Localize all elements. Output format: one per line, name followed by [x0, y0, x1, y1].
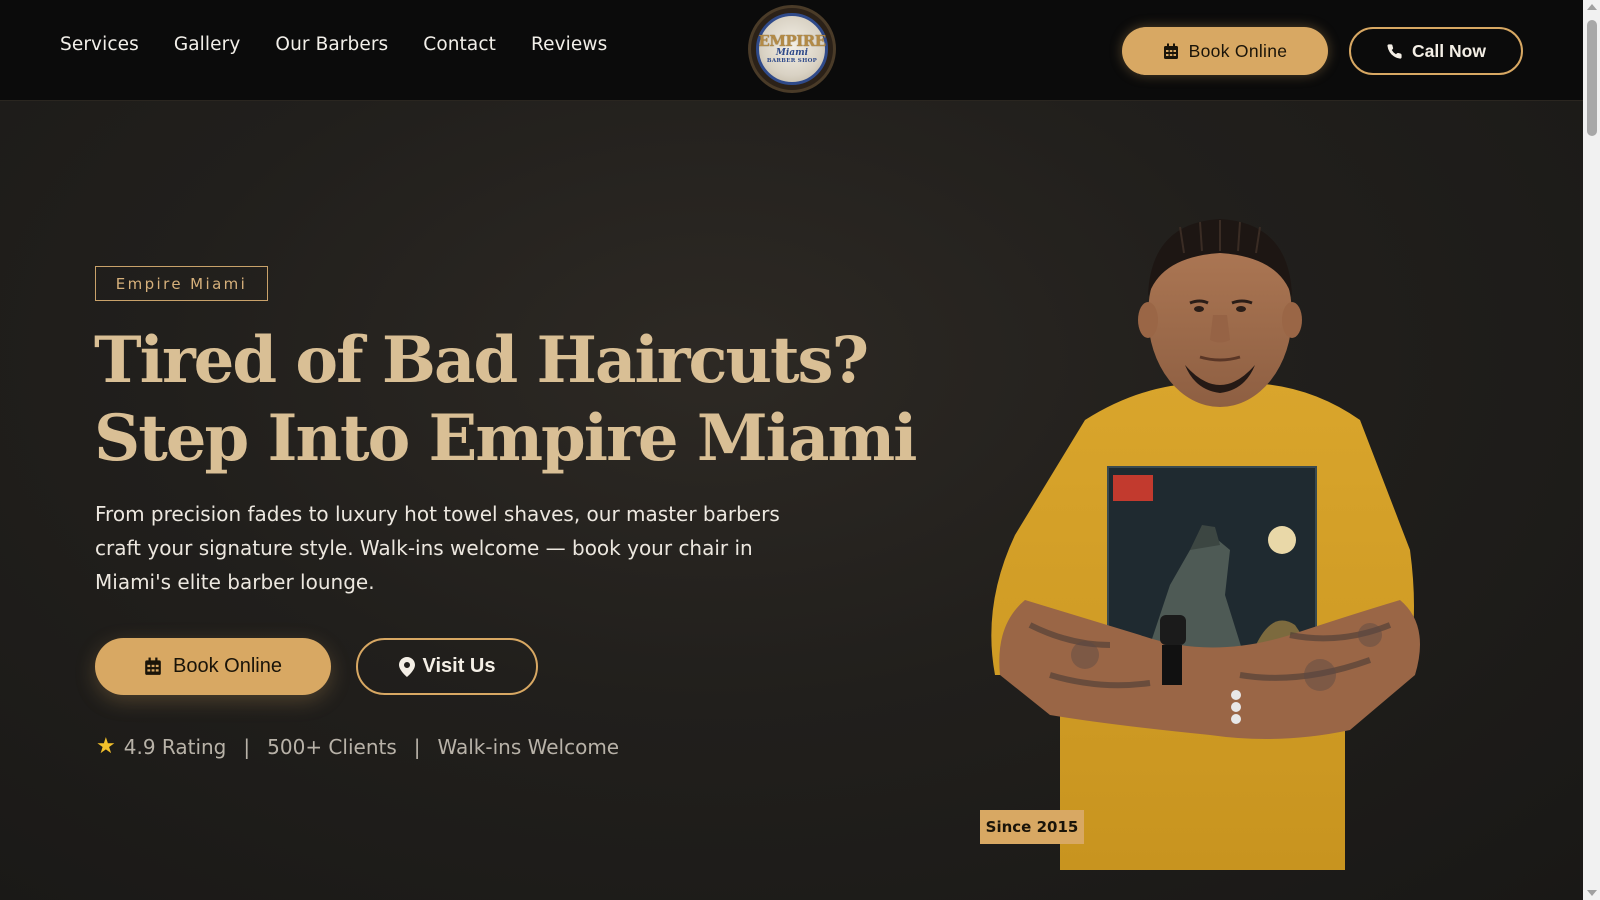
logo-subtitle: BARBER SHOP — [766, 57, 818, 64]
scroll-thumb[interactable] — [1587, 20, 1597, 136]
logo-wordmark: EMPIRE — [758, 31, 826, 50]
scroll-up-arrow-icon[interactable] — [1587, 4, 1597, 10]
stat-divider: | — [413, 734, 421, 759]
nav-call-now-button[interactable]: Call Now — [1349, 27, 1523, 75]
map-pin-icon — [398, 656, 415, 677]
stat-divider: | — [243, 734, 251, 759]
nav-link-gallery[interactable]: Gallery — [174, 34, 241, 55]
nav-links: Services Gallery Our Barbers Contact Rev… — [60, 34, 607, 55]
page-scrollbar[interactable] — [1583, 0, 1600, 900]
hero-visit-us-label: Visit Us — [422, 655, 496, 677]
since-badge: Since 2015 — [980, 810, 1084, 844]
walkins-stat: Walk-ins Welcome — [437, 734, 620, 759]
nav-link-contact[interactable]: Contact — [423, 34, 496, 55]
rating-stat: ★ 4.9 Rating — [96, 734, 226, 759]
hero-book-online-button[interactable]: Book Online — [95, 638, 331, 695]
phone-icon — [1386, 43, 1403, 60]
rating-text: 4.9 Rating — [123, 734, 227, 759]
calendar-icon — [1163, 43, 1179, 60]
logo-badge: EMPIRE Miami BARBER SHOP — [756, 13, 828, 85]
hero-subtext: From precision fades to luxury hot towel… — [95, 502, 780, 594]
nav-link-reviews[interactable]: Reviews — [531, 34, 607, 55]
nav-link-services[interactable]: Services — [60, 34, 139, 55]
hero-visit-us-button[interactable]: Visit Us — [356, 638, 538, 695]
hero-tag: Empire Miami — [95, 266, 268, 301]
scroll-down-arrow-icon[interactable] — [1587, 890, 1597, 896]
barber-portrait-image — [990, 205, 1460, 870]
hero-book-online-label: Book Online — [173, 655, 282, 677]
nav-book-online-button[interactable]: Book Online — [1122, 27, 1328, 75]
hero-stats: ★ 4.9 Rating | 500+ Clients | Walk-ins W… — [96, 734, 619, 759]
clients-stat: 500+ Clients — [267, 734, 397, 759]
page: Services Gallery Our Barbers Contact Rev… — [0, 0, 1583, 900]
brand-logo[interactable]: EMPIRE Miami BARBER SHOP — [748, 5, 836, 93]
nav-call-now-label: Call Now — [1412, 40, 1486, 61]
calendar-icon — [144, 657, 162, 676]
hero-headline: Tired of Bad Haircuts? Step Into Empire … — [94, 323, 917, 476]
nav-link-our-barbers[interactable]: Our Barbers — [275, 34, 388, 55]
top-navigation: Services Gallery Our Barbers Contact Rev… — [0, 0, 1583, 101]
nav-book-online-label: Book Online — [1188, 40, 1288, 61]
star-icon: ★ — [96, 734, 116, 759]
